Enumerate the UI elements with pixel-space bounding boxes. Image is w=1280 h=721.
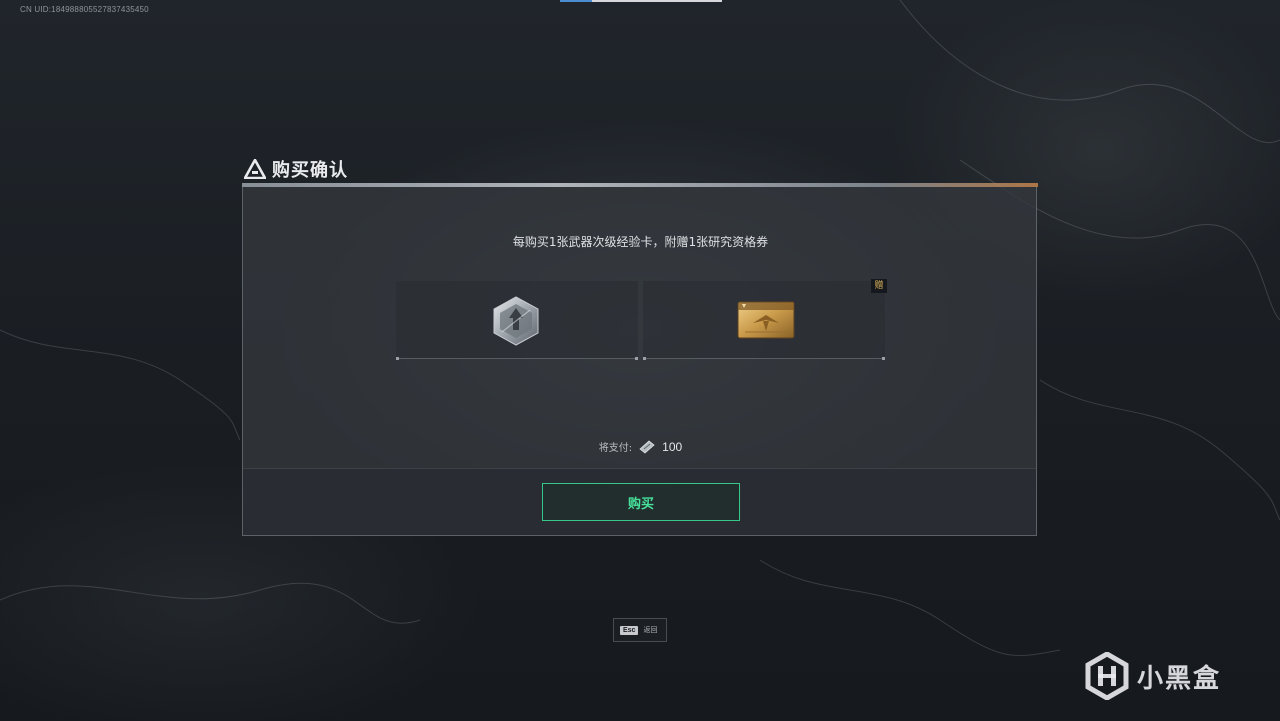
weapon-exp-card-hex-icon <box>493 296 539 346</box>
slot-corner-mark <box>635 357 638 360</box>
item-slot-weapon-exp-card[interactable] <box>396 281 638 360</box>
watermark-text: 小黑盒 <box>1137 663 1222 694</box>
pay-label: 将支付: <box>598 443 633 454</box>
slot-corner-mark <box>396 357 399 360</box>
ticket-currency-icon <box>639 439 655 454</box>
warning-triangle-icon <box>244 159 266 179</box>
esc-key-hint: Esc <box>620 625 639 635</box>
top-progress-segment <box>560 0 592 2</box>
dialog-title-text: 购买确认 <box>272 160 348 181</box>
item-slot-research-ticket[interactable]: 赠 <box>643 279 887 360</box>
payment-summary: 将支付: 100 <box>243 439 1038 455</box>
esc-back-button[interactable]: Esc 返回 <box>613 618 667 642</box>
buy-button[interactable]: 购买 <box>542 483 740 521</box>
gift-badge: 赠 <box>871 279 887 293</box>
back-label: 返回 <box>643 626 658 634</box>
xiaoheihe-logo-icon <box>1085 652 1129 700</box>
xiaoheihe-watermark: 小黑盒 <box>1085 652 1221 700</box>
research-ticket-card-icon <box>737 301 795 339</box>
uid-text: CN UID:184988805527837435450 <box>20 5 149 14</box>
dialog-title: 购买确认 <box>244 156 348 182</box>
pay-amount: 100 <box>662 439 683 454</box>
purchase-message: 每购买1张武器次级经验卡，附赠1张研究资格券 <box>512 235 769 249</box>
slot-corner-mark <box>643 357 646 360</box>
top-progress-bar <box>560 0 722 2</box>
slot-corner-mark <box>882 357 885 360</box>
purchase-confirm-panel: 每购买1张武器次级经验卡，附赠1张研究资格券 赠 将支付: 100 购买 <box>242 187 1037 536</box>
